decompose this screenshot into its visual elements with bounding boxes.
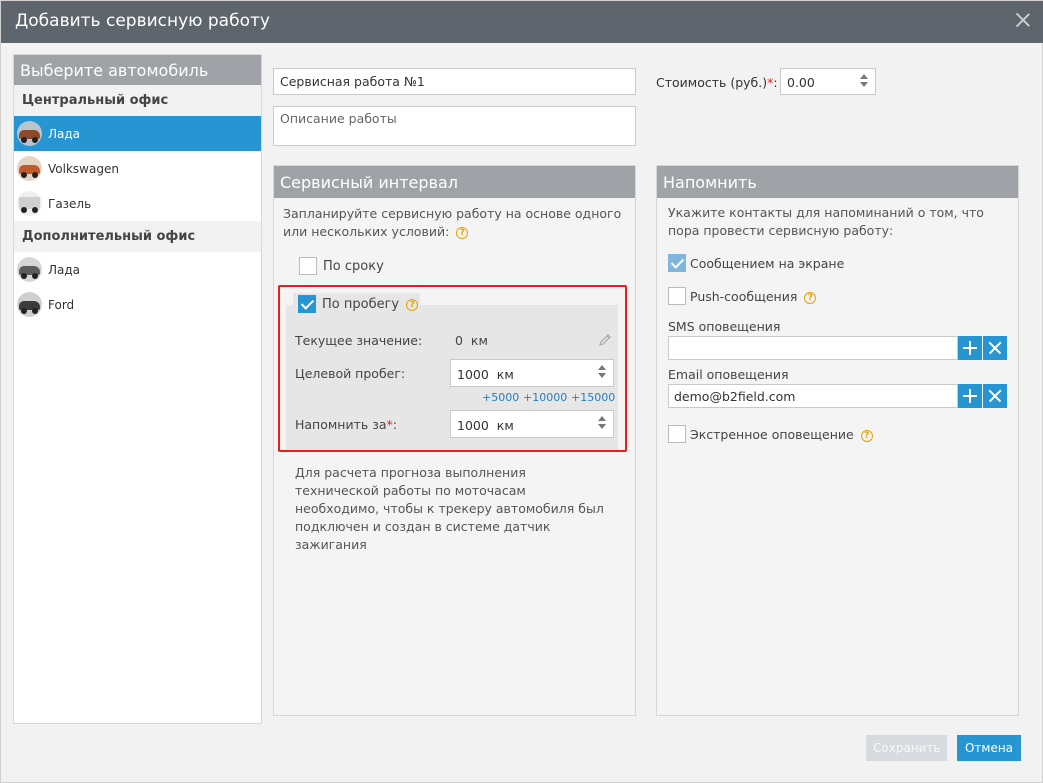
remind-header: Напомнить [657,166,1018,198]
save-button[interactable]: Сохранить [866,735,947,761]
car-avatar-icon [17,121,42,146]
stepper-down-icon[interactable] [860,82,868,87]
dialog-title: Добавить сервисную работу [15,11,270,31]
close-icon[interactable] [1014,11,1032,29]
ignition-sensor-note: Для расчета прогноза выполнения техничес… [295,465,604,552]
vehicle-group-central: Центральный офис [14,85,261,116]
email-clear-icon[interactable] [983,384,1007,408]
service-interval-header: Сервисный интервал [274,166,635,198]
stepper-up-icon[interactable] [860,74,868,79]
cost-value: 0.00 [787,75,815,90]
vehicle-group-additional: Дополнительный офис [14,221,261,252]
emergency-checkbox[interactable] [668,425,686,443]
screen-message-label: Сообщением на экране [690,256,845,271]
push-label: Push-сообщения ? [690,289,817,304]
vehicle-label: Volkswagen [48,161,119,176]
help-icon[interactable]: ? [804,291,817,304]
work-name-input[interactable] [273,68,636,95]
vehicle-item-lada-additional[interactable]: Лада [14,252,261,287]
vehicle-item-ford[interactable]: Ford [14,287,261,322]
vehicle-label: Ford [48,297,75,312]
cost-stepper[interactable]: 0.00 [780,68,876,95]
by-term-checkbox[interactable] [299,257,317,275]
sms-clear-icon[interactable] [983,336,1007,360]
sms-add-icon[interactable] [958,336,982,360]
car-avatar-icon [17,257,42,282]
work-description-input[interactable] [273,106,636,146]
email-add-icon[interactable] [958,384,982,408]
vehicle-item-gazel[interactable]: Газель [14,186,261,221]
vehicle-label: Лада [48,126,81,141]
vehicle-label: Лада [48,262,81,277]
remind-intro: Укажите контакты для напоминаний о том, … [668,205,984,238]
email-input[interactable] [668,384,958,408]
email-label: Email оповещения [668,367,789,382]
vehicle-label: Газель [48,196,92,211]
dialog-title-bar: Добавить сервисную работу [1,1,1043,43]
sms-input[interactable] [668,336,958,360]
add-service-work-dialog: Добавить сервисную работу Выберите автом… [0,0,1043,783]
service-interval-intro: Запланируйте сервисную работу на основе … [283,206,622,239]
push-checkbox[interactable] [668,287,686,305]
by-term-label: По сроку [323,259,384,274]
vehicle-item-lada-central[interactable]: Лада [14,116,261,151]
vehicle-panel-header: Выберите автомобиль [14,55,261,85]
car-avatar-icon [17,292,42,317]
highlight-frame [278,285,627,452]
sms-label: SMS оповещения [668,319,781,334]
cancel-button[interactable]: Отмена [957,735,1021,761]
cost-label: Стоимость (руб.)*: [656,75,778,90]
vehicle-panel: Выберите автомобиль Центральный офис Лад… [13,54,262,724]
van-avatar-icon [17,191,42,216]
help-icon[interactable]: ? [456,226,469,239]
car-avatar-icon [17,156,42,181]
emergency-label: Экстренное оповещение ? [690,427,873,442]
vehicle-item-volkswagen[interactable]: Volkswagen [14,151,261,186]
screen-message-checkbox[interactable] [668,254,686,272]
help-icon[interactable]: ? [860,429,873,442]
